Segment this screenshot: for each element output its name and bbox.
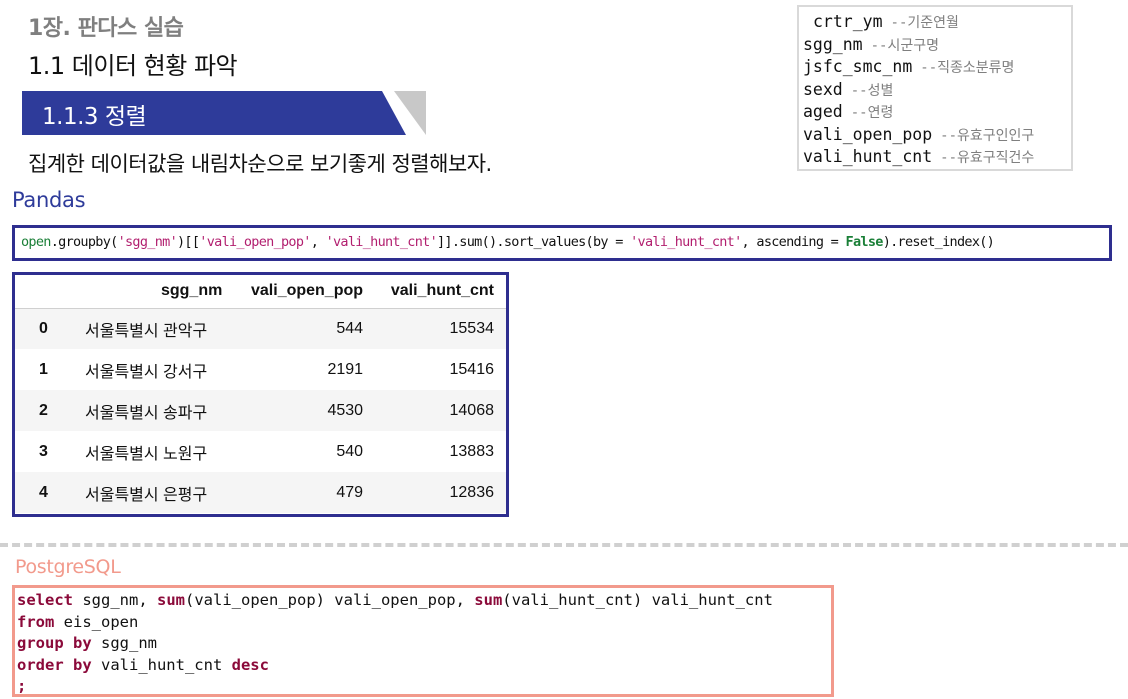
row-index: 0 <box>15 308 67 349</box>
section-title: 1.1 데이터 현황 파악 <box>28 52 238 80</box>
column-comment: --시군구명 <box>870 37 939 54</box>
cell-vali-open-pop: 4530 <box>234 390 376 431</box>
sql-keyword: group by <box>17 634 92 652</box>
column-legend-row: aged --연령 <box>803 101 1071 124</box>
column-name: vali_open_pop <box>803 124 933 144</box>
code-token: 'vali_open_pop' <box>199 234 311 250</box>
sql-text: (vali_open_pop) vali_open_pop, <box>185 591 475 609</box>
sql-keyword: select <box>17 591 73 609</box>
table-row: 3 서울특별시 노원구 540 13883 <box>15 431 506 472</box>
column-comment: --직종소분류명 <box>920 60 1015 76</box>
column-comment: --기준연월 <box>890 15 959 31</box>
row-index: 4 <box>15 472 67 513</box>
header-sgg-nm: sgg_nm <box>67 275 235 309</box>
result-table: sgg_nm vali_open_pop vali_hunt_cnt 0 서울특… <box>15 275 506 513</box>
cell-sgg-nm: 서울특별시 은평구 <box>67 472 235 513</box>
cell-vali-hunt-cnt: 13883 <box>449 442 495 460</box>
cell-vali-open-pop: 544 <box>234 308 376 349</box>
cell-sgg-nm: 서울특별시 노원구 <box>85 445 208 463</box>
result-table-box: sgg_nm vali_open_pop vali_hunt_cnt 0 서울특… <box>12 272 509 517</box>
column-legend-row: jsfc_smc_nm --직종소분류명 <box>803 56 1071 79</box>
column-legend-row: vali_open_pop --유효구인인구 <box>803 124 1071 147</box>
code-token: open <box>21 234 51 250</box>
chapter-title: 1장. 판다스 실습 <box>28 16 184 41</box>
sql-keyword: desc <box>231 655 269 674</box>
sql-text: vali_hunt_cnt <box>91 655 232 674</box>
code-token: )[[ <box>177 234 200 250</box>
row-index: 2 <box>15 390 67 431</box>
table-row: 2 서울특별시 송파구 4530 14068 <box>15 390 506 431</box>
table-row: 4 서울특별시 은평구 479 12836 <box>15 472 506 513</box>
subsection-title: 1.1.3 정렬 <box>42 104 147 130</box>
cell-vali-hunt-cnt: 15416 <box>449 360 495 378</box>
cell-vali-open-pop: 479 <box>234 472 376 513</box>
sql-code-block[interactable]: select sgg_nm, sum(vali_open_pop) vali_o… <box>12 585 834 697</box>
column-legend-row: sgg_nm --시군구명 <box>803 34 1071 57</box>
header-vali-hunt-cnt: vali_hunt_cnt <box>375 275 506 309</box>
column-name: crtr_ym <box>813 12 883 31</box>
sql-keyword: sum <box>474 591 503 609</box>
code-token: 'vali_hunt_cnt' <box>630 234 742 250</box>
sql-keyword: from <box>17 612 55 631</box>
sql-text: (vali_hunt_cnt) vali_hunt_cnt <box>502 591 773 609</box>
postgresql-label: PostgreSQL <box>15 556 121 578</box>
pandas-code-cell[interactable]: open.groupby('sgg_nm')[['vali_open_pop',… <box>12 225 1112 261</box>
cell-vali-hunt-cnt: 14068 <box>375 390 506 431</box>
cell-vali-hunt-cnt: 15534 <box>375 308 506 349</box>
code-token: .groupby( <box>50 234 119 250</box>
code-token: , ascending = <box>741 234 846 250</box>
row-index: 1 <box>39 360 48 378</box>
code-token: False <box>845 234 884 250</box>
cell-sgg-nm: 서울특별시 관악구 <box>67 308 235 349</box>
sql-text: sgg_nm <box>91 634 157 652</box>
pandas-label: Pandas <box>12 188 86 212</box>
sql-keyword: order by <box>17 655 92 674</box>
column-legend-row: sexd --성별 <box>803 79 1071 102</box>
table-header-row: sgg_nm vali_open_pop vali_hunt_cnt <box>15 275 506 309</box>
sql-terminator: ; <box>17 677 27 695</box>
header-index <box>15 275 67 309</box>
sql-text: sgg_nm, <box>73 591 157 609</box>
cell-vali-hunt-cnt: 12836 <box>375 472 506 513</box>
code-token: , <box>310 234 326 250</box>
column-legend-box: crtr_ym --기준연월 sgg_nm --시군구명 jsfc_smc_nm --… <box>797 5 1073 171</box>
column-name: jsfc_smc_nm <box>803 57 913 76</box>
column-comment: --유효구직건수 <box>940 150 1035 166</box>
code-token: 'vali_hunt_cnt' <box>325 234 438 250</box>
column-name: vali_hunt_cnt <box>803 147 933 166</box>
cell-sgg-nm: 서울특별시 송파구 <box>67 390 235 431</box>
column-comment: --연령 <box>850 105 894 121</box>
column-name: aged <box>803 102 843 121</box>
table-row: 1 서울특별시 강서구 2191 15416 <box>15 349 506 390</box>
column-legend-row: crtr_ym --기준연월 <box>803 11 1071 34</box>
sql-text: eis_open <box>54 612 139 631</box>
column-comment: --유효구인인구 <box>940 127 1035 144</box>
cell-vali-open-pop: 2191 <box>327 360 364 378</box>
section-divider <box>0 543 1128 547</box>
column-legend-row: vali_hunt_cnt --유효구직건수 <box>803 146 1071 169</box>
code-token: ).reset_index() <box>882 234 995 250</box>
cell-vali-open-pop: 540 <box>336 442 364 460</box>
sql-keyword: sum <box>157 591 185 609</box>
code-token: 'sgg_nm' <box>117 234 178 250</box>
code-token: ]].sum().sort_values(by = <box>437 234 631 250</box>
description-text: 집계한 데이터값을 내림차순으로 보기좋게 정렬해보자. <box>28 152 492 176</box>
column-name: sgg_nm <box>803 34 863 54</box>
header-vali-open-pop: vali_open_pop <box>234 275 376 309</box>
column-name: sexd <box>803 79 843 99</box>
table-row: 0 서울특별시 관악구 544 15534 <box>15 308 506 349</box>
subsection-banner: 1.1.3 정렬 <box>22 91 426 135</box>
cell-sgg-nm: 서울특별시 강서구 <box>85 363 208 381</box>
row-index: 3 <box>39 442 48 460</box>
column-comment: --성별 <box>850 82 894 99</box>
